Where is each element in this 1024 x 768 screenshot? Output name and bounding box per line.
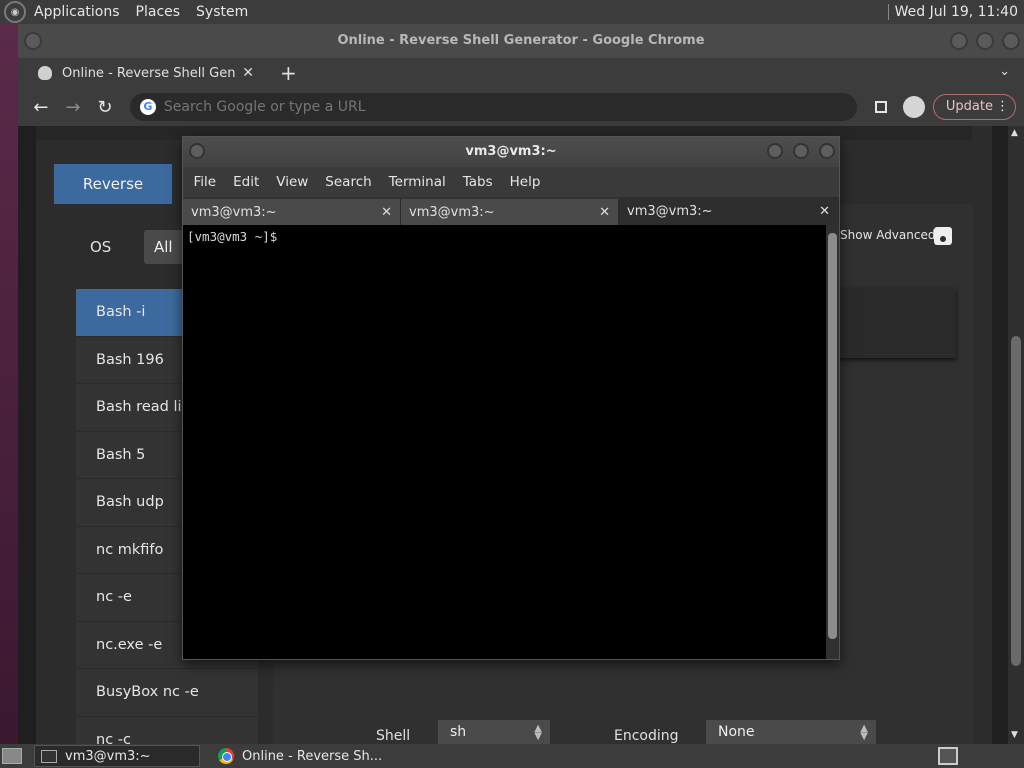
show-advanced-toggle[interactable]: Show Advanced xyxy=(840,228,935,242)
show-desktop-icon[interactable] xyxy=(2,748,22,764)
skull-favicon-icon xyxy=(38,66,52,80)
minimize-button[interactable] xyxy=(950,32,968,50)
menu-file[interactable]: File xyxy=(185,174,225,190)
google-icon: G xyxy=(139,99,156,115)
shell-select-value: sh xyxy=(450,724,467,740)
menu-help[interactable]: Help xyxy=(501,174,549,190)
menu-search[interactable]: Search xyxy=(317,174,380,190)
new-tab-button[interactable]: + xyxy=(280,61,297,85)
terminal-scrollbar[interactable] xyxy=(826,225,839,659)
places-menu[interactable]: Places xyxy=(128,0,189,24)
system-menu[interactable]: System xyxy=(188,0,256,24)
shell-select[interactable]: sh ▲ ▼ xyxy=(438,720,550,744)
tab-reverse[interactable]: Reverse xyxy=(54,164,172,204)
maximize-button[interactable] xyxy=(976,32,994,50)
taskbar-terminal[interactable]: vm3@vm3:~ xyxy=(34,745,200,767)
bottom-taskbar: vm3@vm3:~ Online - Reverse Sh... xyxy=(0,744,1024,768)
panel-separator xyxy=(887,4,889,20)
shell-item-busybox-nc-e[interactable]: BusyBox nc -e xyxy=(76,669,258,717)
page-scrollbar[interactable]: ▲ ▼ xyxy=(1008,126,1024,744)
terminal-tab-label: vm3@vm3:~ xyxy=(627,203,713,219)
taskbar-chrome-label: Online - Reverse Sh... xyxy=(242,748,383,764)
browser-tab[interactable]: Online - Reverse Shell Genera ✕ xyxy=(28,58,264,88)
menu-edit[interactable]: Edit xyxy=(225,174,268,190)
close-button[interactable] xyxy=(1002,32,1020,50)
shell-label: Shell xyxy=(376,728,411,744)
applications-menu[interactable]: Applications xyxy=(26,0,128,24)
update-button[interactable]: Update ⋮ xyxy=(932,94,1016,120)
select-arrows-icon: ▲ ▼ xyxy=(860,723,868,742)
workspace-switcher[interactable] xyxy=(938,747,958,765)
window-menu-button[interactable] xyxy=(24,32,42,50)
top-panel: ◉ Applications Places System Wed Jul 19,… xyxy=(0,0,1024,24)
terminal-output[interactable]: [vm3@vm3 ~]$ xyxy=(183,225,826,659)
chrome-window-title: Online - Reverse Shell Generator - Googl… xyxy=(337,33,705,48)
terminal-title: vm3@vm3:~ xyxy=(465,144,557,159)
address-input[interactable] xyxy=(163,99,804,115)
terminal-window-menu-button[interactable] xyxy=(189,143,205,159)
menu-terminal[interactable]: Terminal xyxy=(380,174,454,190)
tab-title: Online - Reverse Shell Genera xyxy=(62,65,236,81)
encoding-select[interactable]: None ▲ ▼ xyxy=(706,720,876,744)
desktop-background xyxy=(0,24,18,744)
scroll-up-icon[interactable]: ▲ xyxy=(1011,128,1018,138)
tab-strip: Online - Reverse Shell Genera ✕ + ⌄ xyxy=(18,58,1024,88)
terminal-window: vm3@vm3:~ File Edit View Search Terminal… xyxy=(182,136,840,660)
browser-toolbar: ← → ↻ G Update ⋮ xyxy=(18,88,1024,126)
terminal-title-bar[interactable]: vm3@vm3:~ xyxy=(183,137,839,167)
terminal-tab-2[interactable]: vm3@vm3:~ ✕ xyxy=(401,199,619,225)
save-icon[interactable] xyxy=(934,227,952,245)
terminal-tab-3[interactable]: vm3@vm3:~ ✕ xyxy=(619,197,839,225)
side-panel-icon[interactable] xyxy=(874,101,887,113)
terminal-minimize-button[interactable] xyxy=(767,143,783,159)
terminal-tab-label: vm3@vm3:~ xyxy=(409,204,495,220)
terminal-tab-close-icon[interactable]: ✕ xyxy=(599,205,610,220)
omnibox[interactable]: G xyxy=(129,93,857,121)
chrome-title-bar[interactable]: Online - Reverse Shell Generator - Googl… xyxy=(18,24,1024,58)
terminal-maximize-button[interactable] xyxy=(793,143,809,159)
clock[interactable]: Wed Jul 19, 11:40 xyxy=(895,4,1018,20)
taskbar-chrome[interactable]: Online - Reverse Sh... xyxy=(212,745,382,767)
page-scroll-thumb[interactable] xyxy=(1011,336,1021,666)
encoding-label: Encoding xyxy=(614,728,679,744)
os-label: OS xyxy=(90,238,112,256)
profile-avatar-icon[interactable] xyxy=(902,96,925,118)
terminal-scroll-thumb[interactable] xyxy=(828,233,837,639)
terminal-tab-close-icon[interactable]: ✕ xyxy=(381,205,392,220)
forward-button[interactable]: → xyxy=(58,97,88,118)
tab-search-chevron-icon[interactable]: ⌄ xyxy=(999,64,1010,79)
kebab-menu-icon[interactable]: ⋮ xyxy=(996,95,1009,119)
chrome-icon xyxy=(218,748,234,764)
encoding-select-value: None xyxy=(718,724,755,740)
terminal-tab-bar: vm3@vm3:~ ✕ vm3@vm3:~ ✕ vm3@vm3:~ ✕ xyxy=(183,197,839,225)
menu-tabs[interactable]: Tabs xyxy=(454,174,501,190)
terminal-tab-close-icon[interactable]: ✕ xyxy=(819,204,830,219)
select-arrows-icon: ▲ ▼ xyxy=(534,723,542,742)
tab-close-icon[interactable]: ✕ xyxy=(242,65,254,81)
terminal-tab-label: vm3@vm3:~ xyxy=(191,204,277,220)
back-button[interactable]: ← xyxy=(26,97,56,118)
shell-item-nc-c[interactable]: nc -c xyxy=(76,716,258,744)
menu-view[interactable]: View xyxy=(268,174,317,190)
terminal-tab-1[interactable]: vm3@vm3:~ ✕ xyxy=(183,199,401,225)
update-label: Update xyxy=(945,99,993,114)
shell-prompt: [vm3@vm3 ~]$ xyxy=(187,229,278,244)
terminal-icon xyxy=(41,749,57,763)
reload-button[interactable]: ↻ xyxy=(90,97,120,118)
taskbar-terminal-label: vm3@vm3:~ xyxy=(65,748,151,764)
scroll-down-icon[interactable]: ▼ xyxy=(1011,730,1018,740)
terminal-close-button[interactable] xyxy=(819,143,835,159)
distro-logo-icon[interactable]: ◉ xyxy=(4,1,26,23)
terminal-menubar: File Edit View Search Terminal Tabs Help xyxy=(183,167,839,197)
